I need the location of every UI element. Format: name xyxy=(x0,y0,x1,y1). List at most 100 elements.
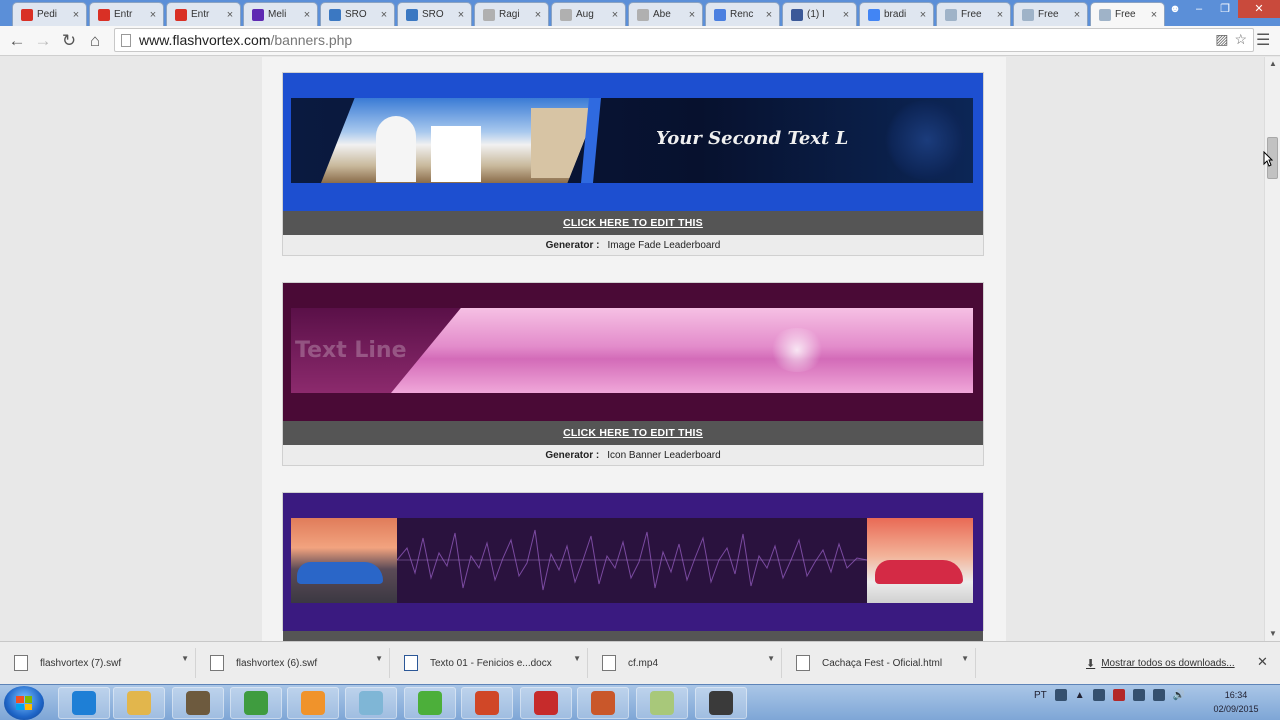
translate-icon[interactable]: ▨ xyxy=(1215,31,1228,48)
taskbar-app-button[interactable] xyxy=(345,687,397,719)
banner-image: Text Line xyxy=(291,308,973,393)
download-item[interactable]: flashvortex (6).swf ▼ xyxy=(200,648,390,678)
minimize-button[interactable]: – xyxy=(1186,0,1212,18)
mouse-cursor-icon xyxy=(1263,151,1273,167)
download-item[interactable]: Cachaça Fest - Oficial.html ▼ xyxy=(786,648,976,678)
browser-tab[interactable]: SRO × xyxy=(320,2,395,26)
taskbar-app-button[interactable] xyxy=(520,687,572,719)
tab-close-icon[interactable]: × xyxy=(301,9,313,21)
chevron-down-icon[interactable]: ▼ xyxy=(181,654,189,663)
tab-close-icon[interactable]: × xyxy=(224,9,236,21)
taskbar-app-button[interactable] xyxy=(695,687,747,719)
clock-date: 02/09/2015 xyxy=(1213,704,1259,714)
video-file-icon xyxy=(602,655,616,671)
blank-page-icon xyxy=(560,8,572,21)
address-bar[interactable]: www.flashvortex.com/banners.php ▨ ☆ xyxy=(114,28,1254,52)
browser-tab[interactable]: (1) I × xyxy=(782,2,857,26)
browser-tab[interactable]: Entr × xyxy=(166,2,241,26)
banner-text: Your Second Text L xyxy=(656,128,849,149)
download-filename: flashvortex (7).swf xyxy=(40,657,122,669)
browser-tab[interactable]: Meli × xyxy=(243,2,318,26)
start-button[interactable] xyxy=(4,686,44,720)
tab-close-icon[interactable]: × xyxy=(1071,9,1083,21)
browser-tab[interactable]: Renc × xyxy=(705,2,780,26)
security-icon[interactable] xyxy=(1112,689,1125,701)
tab-title: Pedi xyxy=(37,9,58,20)
browser-tab[interactable]: Ragi × xyxy=(474,2,549,26)
tab-close-icon[interactable]: × xyxy=(378,9,390,21)
tab-close-icon[interactable]: × xyxy=(917,9,929,21)
browser-tab[interactable]: SRO × xyxy=(397,2,472,26)
tab-close-icon[interactable]: × xyxy=(532,9,544,21)
tab-close-icon[interactable]: × xyxy=(147,9,159,21)
close-window-button[interactable]: ✕ xyxy=(1238,0,1280,18)
battery-icon[interactable] xyxy=(1152,689,1165,701)
tab-close-icon[interactable]: × xyxy=(455,9,467,21)
system-clock[interactable]: 16:34 02/09/2015 xyxy=(1206,688,1266,716)
taskbar-app-button[interactable] xyxy=(230,687,282,719)
keyboard-icon[interactable] xyxy=(1054,689,1067,701)
browser-tab[interactable]: bradi × xyxy=(859,2,934,26)
restore-button[interactable]: ❐ xyxy=(1212,0,1238,18)
banner-preview[interactable]: Your Second Text L xyxy=(283,73,983,211)
scroll-down-arrow[interactable]: ▼ xyxy=(1265,627,1280,641)
back-button[interactable]: ← xyxy=(4,28,30,54)
powerpoint-icon xyxy=(591,691,615,715)
tab-close-icon[interactable]: × xyxy=(763,9,775,21)
bookmark-star-icon[interactable]: ☆ xyxy=(1234,31,1247,48)
banner-preview[interactable]: Text Line xyxy=(283,283,983,421)
tab-close-icon[interactable]: × xyxy=(70,9,82,21)
gmail-icon xyxy=(21,8,33,21)
scroll-up-arrow[interactable]: ▲ xyxy=(1265,57,1280,71)
tab-close-icon[interactable]: × xyxy=(1148,9,1160,21)
tab-title: (1) I xyxy=(807,9,825,20)
chevron-down-icon[interactable]: ▼ xyxy=(375,654,383,663)
tab-close-icon[interactable]: × xyxy=(609,9,621,21)
download-item[interactable]: cf.mp4 ▼ xyxy=(592,648,782,678)
browser-tab[interactable]: Abe × xyxy=(628,2,703,26)
reload-button[interactable]: ↻ xyxy=(56,28,82,54)
generator-label: Generator : xyxy=(545,449,600,461)
browser-tab[interactable]: Entr × xyxy=(89,2,164,26)
show-all-downloads-link[interactable]: ⬇ Mostrar todos os downloads... xyxy=(1086,657,1235,670)
taskbar-app-button[interactable] xyxy=(287,687,339,719)
taskbar-app-button[interactable] xyxy=(58,687,110,719)
chevron-down-icon[interactable]: ▼ xyxy=(767,654,775,663)
taskbar-app-button[interactable] xyxy=(113,687,165,719)
forward-button[interactable]: → xyxy=(30,28,56,54)
browser-tab[interactable]: Aug × xyxy=(551,2,626,26)
tab-close-icon[interactable]: × xyxy=(994,9,1006,21)
browser-tab[interactable]: Free × xyxy=(936,2,1011,26)
language-indicator[interactable]: PT xyxy=(1034,690,1047,701)
chrome-icon xyxy=(244,691,268,715)
taskbar-app-button[interactable] xyxy=(404,687,456,719)
edit-banner-link[interactable]: CLICK HERE TO EDIT THIS xyxy=(563,427,703,439)
browser-tab[interactable]: Free × xyxy=(1013,2,1088,26)
chevron-down-icon[interactable]: ▼ xyxy=(961,654,969,663)
chrome-menu-icon[interactable]: ☰ xyxy=(1256,30,1270,50)
home-button[interactable]: ⌂ xyxy=(82,28,108,54)
download-item[interactable]: Texto 01 - Fenicios e...docx ▼ xyxy=(394,648,588,678)
taskbar-app-button[interactable] xyxy=(577,687,629,719)
flash-icon xyxy=(534,691,558,715)
taskbar-app-button[interactable] xyxy=(461,687,513,719)
browser-tab[interactable]: Pedi × xyxy=(12,2,87,26)
network-icon[interactable] xyxy=(1092,689,1105,701)
flag-icon[interactable] xyxy=(1132,689,1145,701)
internet-explorer-icon xyxy=(72,691,96,715)
taskbar-app-button[interactable] xyxy=(636,687,688,719)
user-icon[interactable]: ☻ xyxy=(1164,0,1186,18)
banner-preview[interactable] xyxy=(283,493,983,641)
show-hidden-icons[interactable]: ▲ xyxy=(1075,690,1085,701)
browser-tab[interactable]: Free × xyxy=(1090,2,1165,26)
page-scrollbar[interactable]: ▲ ▼ xyxy=(1264,57,1280,641)
volume-icon[interactable]: 🔊 xyxy=(1173,690,1185,701)
tab-close-icon[interactable]: × xyxy=(840,9,852,21)
tab-close-icon[interactable]: × xyxy=(686,9,698,21)
edit-banner-link[interactable]: CLICK HERE TO EDIT THIS xyxy=(563,217,703,229)
close-shelf-icon[interactable]: ✕ xyxy=(1257,654,1268,670)
download-item[interactable]: flashvortex (7).swf ▼ xyxy=(4,648,196,678)
chevron-down-icon[interactable]: ▼ xyxy=(573,654,581,663)
glow-graphic xyxy=(769,328,825,372)
taskbar-app-button[interactable] xyxy=(172,687,224,719)
